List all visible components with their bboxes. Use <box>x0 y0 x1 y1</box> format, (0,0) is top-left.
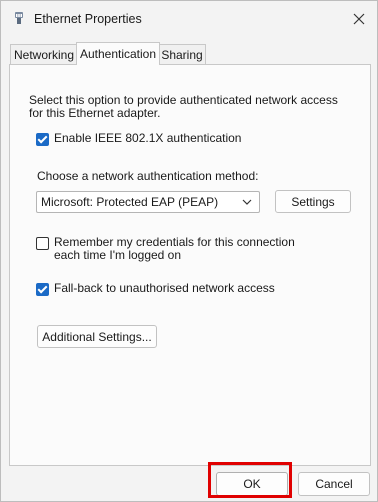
remember-credentials-row[interactable]: Remember my credentials for this connect… <box>36 236 306 262</box>
close-icon <box>353 13 365 25</box>
enable-8021x-checkbox-row[interactable]: Enable IEEE 802.1X authentication <box>36 132 241 146</box>
tab-strip: Networking Authentication Sharing <box>9 42 369 65</box>
title-bar: Ethernet Properties <box>1 1 377 37</box>
tab-networking[interactable]: Networking <box>10 44 78 64</box>
tab-authentication[interactable]: Authentication <box>76 42 160 65</box>
auth-method-select[interactable]: Microsoft: Protected EAP (PEAP) <box>36 191 260 213</box>
auth-description: Select this option to provide authentica… <box>29 93 338 120</box>
remember-credentials-checkbox[interactable] <box>36 237 49 250</box>
fallback-label: Fall-back to unauthorised network access <box>54 281 275 295</box>
ok-button-highlight <box>208 462 292 498</box>
auth-method-label: Choose a network authentication method: <box>37 169 259 183</box>
close-button[interactable] <box>341 1 377 37</box>
enable-8021x-label: Enable IEEE 802.1X authentication <box>54 131 242 145</box>
window-title: Ethernet Properties <box>34 12 142 26</box>
network-adapter-icon <box>13 11 25 27</box>
cancel-button[interactable]: Cancel <box>298 472 370 496</box>
authentication-panel <box>9 64 371 466</box>
enable-8021x-checkbox[interactable] <box>36 133 49 146</box>
additional-settings-button[interactable]: Additional Settings... <box>37 325 157 348</box>
tab-sharing[interactable]: Sharing <box>158 44 206 64</box>
chevron-down-icon <box>239 194 255 210</box>
fallback-checkbox[interactable] <box>36 283 49 296</box>
fallback-row[interactable]: Fall-back to unauthorised network access <box>36 282 275 296</box>
ethernet-properties-dialog: Ethernet Properties Networking Authentic… <box>0 0 378 502</box>
remember-credentials-label: Remember my credentials for this connect… <box>54 235 295 262</box>
settings-button[interactable]: Settings <box>275 190 351 213</box>
auth-method-value: Microsoft: Protected EAP (PEAP) <box>41 195 219 209</box>
